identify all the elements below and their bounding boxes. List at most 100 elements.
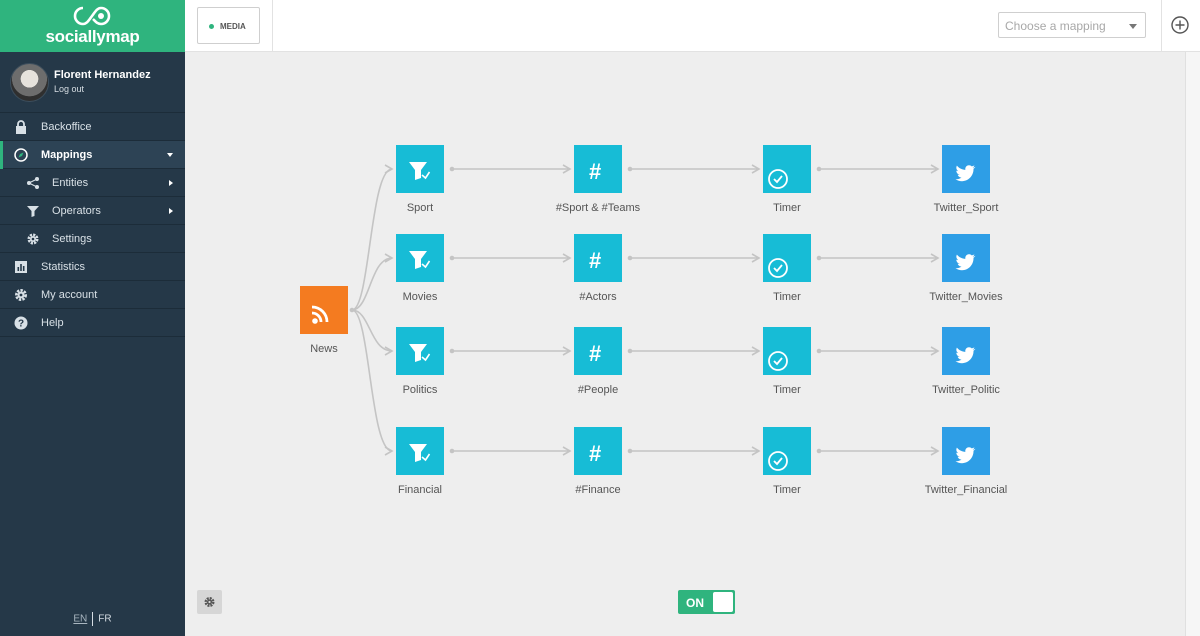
node-filter-3[interactable] [396,327,444,375]
compass-icon [14,148,28,162]
node-label: Timer [773,291,801,303]
sidebar-item-mappings[interactable]: Mappings [0,141,185,169]
chevron-right-icon [169,180,173,186]
lang-divider [92,612,94,626]
node-label: Timer [773,484,801,496]
clock-icon [768,451,788,471]
svg-text:#: # [589,441,601,466]
mapping-select[interactable]: Choose a mapping [998,12,1146,38]
mapping-select-placeholder: Choose a mapping [1005,19,1106,33]
sidebar-item-label: Backoffice [41,121,92,133]
sidebar-item-label: Settings [52,233,92,245]
node-filter-4[interactable] [396,427,444,475]
node-timer-2[interactable] [763,234,811,282]
funnel-icon [27,206,39,217]
node-label: Timer [773,384,801,396]
node-timer-1[interactable] [763,145,811,193]
node-filter-1[interactable] [396,145,444,193]
node-twitter-1[interactable] [942,145,990,193]
twitter-icon [955,165,976,182]
node-timer-4[interactable] [763,427,811,475]
clock-icon [768,351,788,371]
lang-fr-link[interactable]: FR [98,614,111,625]
node-timer-3[interactable] [763,327,811,375]
svg-text:#: # [589,341,601,366]
sidebar-item-help[interactable]: ? Help [0,309,185,337]
sidebar-item-label: My account [41,289,98,301]
node-hashtag-1[interactable]: # [574,145,622,193]
sidebar-item-my-account[interactable]: My account [0,281,185,309]
sidebar-item-label: Entities [52,177,89,189]
connector-line [351,309,393,452]
chevron-right-icon [169,208,173,214]
node-hashtag-2[interactable]: # [574,234,622,282]
node-label: Twitter_Politic [932,384,1000,396]
share-icon [27,177,39,189]
sidebar-item-statistics[interactable]: Statistics [0,253,185,281]
toolbar-divider [272,0,273,52]
node-label: Politics [402,384,438,396]
connector-line [351,168,393,311]
avatar[interactable] [10,63,49,102]
sidebar-item-settings[interactable]: Settings [0,225,185,253]
toggle-knob [713,592,733,612]
clock-icon [768,258,788,278]
language-switcher: EN FR [0,612,185,626]
twitter-icon [955,347,976,364]
node-twitter-3[interactable] [942,327,990,375]
svg-text:?: ? [18,319,24,330]
twitter-icon [955,447,976,464]
logout-link[interactable]: Log out [54,84,84,94]
toggle-label: ON [686,596,704,610]
node-source-news[interactable] [300,286,348,334]
funnel-icon [409,162,431,181]
rss-icon [311,305,329,324]
node-label: Movies [402,291,438,303]
help-icon: ? [14,316,28,330]
node-label: #People [577,384,619,396]
logo[interactable]: sociallymap [0,0,185,52]
plus-circle-icon[interactable] [1171,16,1189,34]
user-panel: Florent Hernandez Log out [0,52,185,113]
lang-en-link[interactable]: EN [73,614,87,625]
funnel-icon [409,344,431,363]
connector-arrowhead [384,164,394,174]
svg-text:#: # [589,248,601,273]
hashtag-icon: # [589,441,601,466]
funnel-icon [409,444,431,463]
node-label: Twitter_Sport [933,202,999,214]
node-label: Twitter_Movies [929,291,1003,303]
sidebar-item-label: Statistics [41,261,86,273]
lock-icon [16,120,26,134]
sidebar-item-entities[interactable]: Entities [0,169,185,197]
sidebar-item-operators[interactable]: Operators [0,197,185,225]
top-bar: MEDIA Choose a mapping [185,0,1200,52]
node-hashtag-3[interactable]: # [574,327,622,375]
media-button[interactable]: MEDIA [197,7,260,44]
twitter-icon [955,254,976,271]
node-filter-2[interactable] [396,234,444,282]
node-twitter-2[interactable] [942,234,990,282]
mapping-canvas[interactable]: News Sport # #Sport & #Teams Timer Twitter_Sp… [185,52,1185,636]
user-name: Florent Hernandez [54,69,151,81]
mapping-on-toggle[interactable]: ON [678,590,735,614]
clock-icon [768,169,788,189]
node-label: Financial [397,484,443,496]
sidebar-item-label: Operators [52,205,101,217]
vertical-scrollbar[interactable] [1185,52,1200,636]
node-label: Sport [406,202,434,214]
node-label: #Finance [575,484,621,496]
status-dot [209,24,214,29]
chevron-down-icon [1129,24,1137,29]
media-button-label: MEDIA [220,22,246,31]
svg-text:#: # [589,159,601,184]
bar-chart-icon [15,261,27,273]
logo-wordmark: sociallymap [45,27,140,46]
node-hashtag-4[interactable]: # [574,427,622,475]
canvas-settings-button[interactable] [197,590,222,614]
node-twitter-4[interactable] [942,427,990,475]
sidebar-item-backoffice[interactable]: Backoffice [0,113,185,141]
sidebar-item-label: Help [41,317,64,329]
logo-icon [73,6,111,26]
node-label: Twitter_Financial [924,484,1008,496]
